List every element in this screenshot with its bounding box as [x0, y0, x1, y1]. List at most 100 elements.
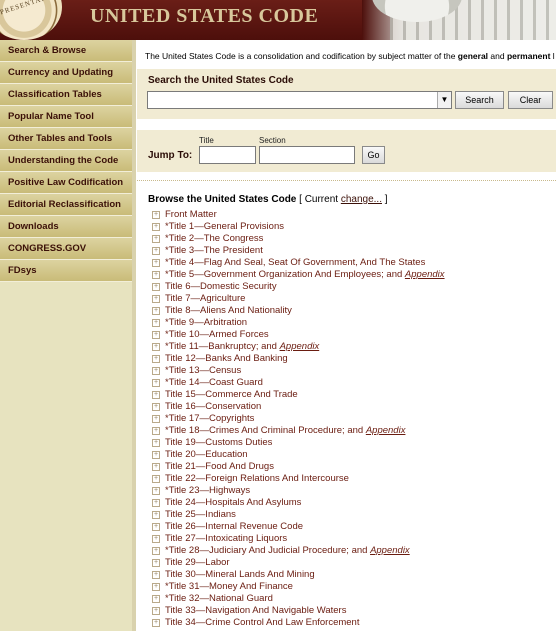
expand-icon[interactable]: +	[152, 391, 160, 399]
expand-icon[interactable]: +	[152, 379, 160, 387]
tree-item-link[interactable]: *Title 3—The President	[165, 245, 263, 257]
tree-item-link[interactable]: *Title 9—Arbitration	[165, 317, 247, 329]
expand-icon[interactable]: +	[152, 571, 160, 579]
tree-item-link[interactable]: *Title 31—Money And Finance	[165, 581, 293, 593]
tree-item-link[interactable]: Title 26—Internal Revenue Code	[165, 521, 303, 533]
tree-item-link[interactable]: *Title 11—Bankruptcy; and Appendix	[165, 341, 319, 353]
sidebar-item-downloads[interactable]: Downloads	[0, 216, 132, 238]
expand-icon[interactable]: +	[152, 403, 160, 411]
tree-item-link[interactable]: *Title 10—Armed Forces	[165, 329, 269, 341]
tree-item-link[interactable]: Title 19—Customs Duties	[165, 437, 272, 449]
expand-icon[interactable]: +	[152, 235, 160, 243]
expand-icon[interactable]: +	[152, 487, 160, 495]
expand-icon[interactable]: +	[152, 451, 160, 459]
tree-item-link[interactable]: *Title 23—Highways	[165, 485, 250, 497]
tree-item-link[interactable]: Title 8—Aliens And Nationality	[165, 305, 292, 317]
go-button[interactable]: Go	[362, 146, 385, 164]
tree-item-link[interactable]: Front Matter	[165, 209, 217, 221]
appendix-link[interactable]: Appendix	[370, 545, 410, 556]
expand-icon[interactable]: +	[152, 307, 160, 315]
tree-item-link[interactable]: Title 25—Indians	[165, 509, 236, 521]
expand-icon[interactable]: +	[152, 475, 160, 483]
sidebar-item-fdsys[interactable]: FDsys	[0, 260, 132, 282]
sidebar-item-understanding-code[interactable]: Understanding the Code	[0, 150, 132, 172]
tree-item-link[interactable]: Title 6—Domestic Security	[165, 281, 277, 293]
house-seal-logo[interactable]: REPRESENTATIVES	[0, 0, 65, 40]
tree-row: + Title 29—Labor	[152, 557, 556, 569]
expand-icon[interactable]: +	[152, 211, 160, 219]
expand-icon[interactable]: +	[152, 427, 160, 435]
expand-icon[interactable]: +	[152, 259, 160, 267]
sidebar-item-currency-updating[interactable]: Currency and Updating	[0, 62, 132, 84]
tree-item-link[interactable]: Title 20—Education	[165, 449, 248, 461]
tree-item-link[interactable]: *Title 32—National Guard	[165, 593, 273, 605]
sidebar-item-congress-gov[interactable]: CONGRESS.GOV	[0, 238, 132, 260]
sidebar-item-classification-tables[interactable]: Classification Tables	[0, 84, 132, 106]
expand-icon[interactable]: +	[152, 535, 160, 543]
expand-icon[interactable]: +	[152, 283, 160, 291]
change-link[interactable]: change...	[341, 194, 382, 205]
search-button[interactable]: Search	[455, 91, 504, 109]
clear-button[interactable]: Clear	[508, 91, 553, 109]
tree-item-link[interactable]: *Title 18—Crimes And Criminal Procedure;…	[165, 425, 405, 437]
expand-icon[interactable]: +	[152, 559, 160, 567]
expand-icon[interactable]: +	[152, 439, 160, 447]
appendix-link[interactable]: Appendix	[405, 269, 445, 280]
appendix-link[interactable]: Appendix	[366, 425, 406, 436]
tree-row: + Title 16—Conservation	[152, 401, 556, 413]
tree-item-link[interactable]: Title 22—Foreign Relations And Intercour…	[165, 473, 349, 485]
sidebar-item-popular-name-tool[interactable]: Popular Name Tool	[0, 106, 132, 128]
expand-icon[interactable]: +	[152, 247, 160, 255]
tree-item-link[interactable]: *Title 14—Coast Guard	[165, 377, 263, 389]
tree-item-link[interactable]: Title 21—Food And Drugs	[165, 461, 274, 473]
tree-item-link[interactable]: *Title 28—Judiciary And Judicial Procedu…	[165, 545, 410, 557]
expand-icon[interactable]: +	[152, 355, 160, 363]
tree-item-link[interactable]: Title 30—Mineral Lands And Mining	[165, 569, 315, 581]
expand-icon[interactable]: +	[152, 595, 160, 603]
expand-icon[interactable]: +	[152, 511, 160, 519]
expand-icon[interactable]: +	[152, 547, 160, 555]
tree-item-link[interactable]: Title 12—Banks And Banking	[165, 353, 288, 365]
expand-icon[interactable]: +	[152, 343, 160, 351]
tree-item-link[interactable]: Title 29—Labor	[165, 557, 230, 569]
tree-item-link[interactable]: Title 15—Commerce And Trade	[165, 389, 298, 401]
expand-icon[interactable]: +	[152, 223, 160, 231]
section-field[interactable]	[259, 146, 355, 164]
expand-icon[interactable]: +	[152, 319, 160, 327]
expand-icon[interactable]: +	[152, 295, 160, 303]
expand-icon[interactable]: +	[152, 523, 160, 531]
tree-item-link[interactable]: Title 33—Navigation And Navigable Waters	[165, 605, 346, 617]
expand-icon[interactable]: +	[152, 499, 160, 507]
title-field[interactable]	[199, 146, 256, 164]
tree-item-link[interactable]: *Title 2—The Congress	[165, 233, 263, 245]
expand-icon[interactable]: +	[152, 415, 160, 423]
tree-item-link[interactable]: *Title 4—Flag And Seal, Seat Of Governme…	[165, 257, 425, 269]
tree-item-link[interactable]: *Title 5—Government Organization And Emp…	[165, 269, 445, 281]
tree-item-link[interactable]: Title 27—Intoxicating Liquors	[165, 533, 287, 545]
sidebar-item-positive-law[interactable]: Positive Law Codification	[0, 172, 132, 194]
tree-item-link[interactable]: Title 7—Agriculture	[165, 293, 245, 305]
appendix-link[interactable]: Appendix	[280, 341, 320, 352]
expand-icon[interactable]: +	[152, 619, 160, 627]
tree-row: + *Title 11—Bankruptcy; and Appendix	[152, 341, 556, 353]
sidebar-item-search-browse[interactable]: Search & Browse	[0, 40, 132, 62]
tree-item-link[interactable]: *Title 13—Census	[165, 365, 241, 377]
expand-icon[interactable]: +	[152, 583, 160, 591]
expand-icon[interactable]: +	[152, 271, 160, 279]
browse-heading: Browse the United States Code [ Current …	[148, 194, 388, 205]
expand-icon[interactable]: +	[152, 607, 160, 615]
sidebar-item-other-tables-tools[interactable]: Other Tables and Tools	[0, 128, 132, 150]
sidebar-item-editorial-reclassification[interactable]: Editorial Reclassification	[0, 194, 132, 216]
expand-icon[interactable]: +	[152, 463, 160, 471]
tree-row: + Title 22—Foreign Relations And Intercou…	[152, 473, 556, 485]
expand-icon[interactable]: +	[152, 367, 160, 375]
tree-item-link[interactable]: Title 34—Crime Control And Law Enforceme…	[165, 617, 359, 629]
search-input[interactable]: ▼	[147, 91, 452, 109]
expand-icon[interactable]: +	[152, 331, 160, 339]
tree-row: + Title 24—Hospitals And Asylums	[152, 497, 556, 509]
tree-item-link[interactable]: Title 16—Conservation	[165, 401, 261, 413]
tree-item-link[interactable]: Title 24—Hospitals And Asylums	[165, 497, 301, 509]
tree-item-link[interactable]: *Title 1—General Provisions	[165, 221, 284, 233]
chevron-down-icon[interactable]: ▼	[437, 92, 451, 108]
tree-item-link[interactable]: *Title 17—Copyrights	[165, 413, 254, 425]
